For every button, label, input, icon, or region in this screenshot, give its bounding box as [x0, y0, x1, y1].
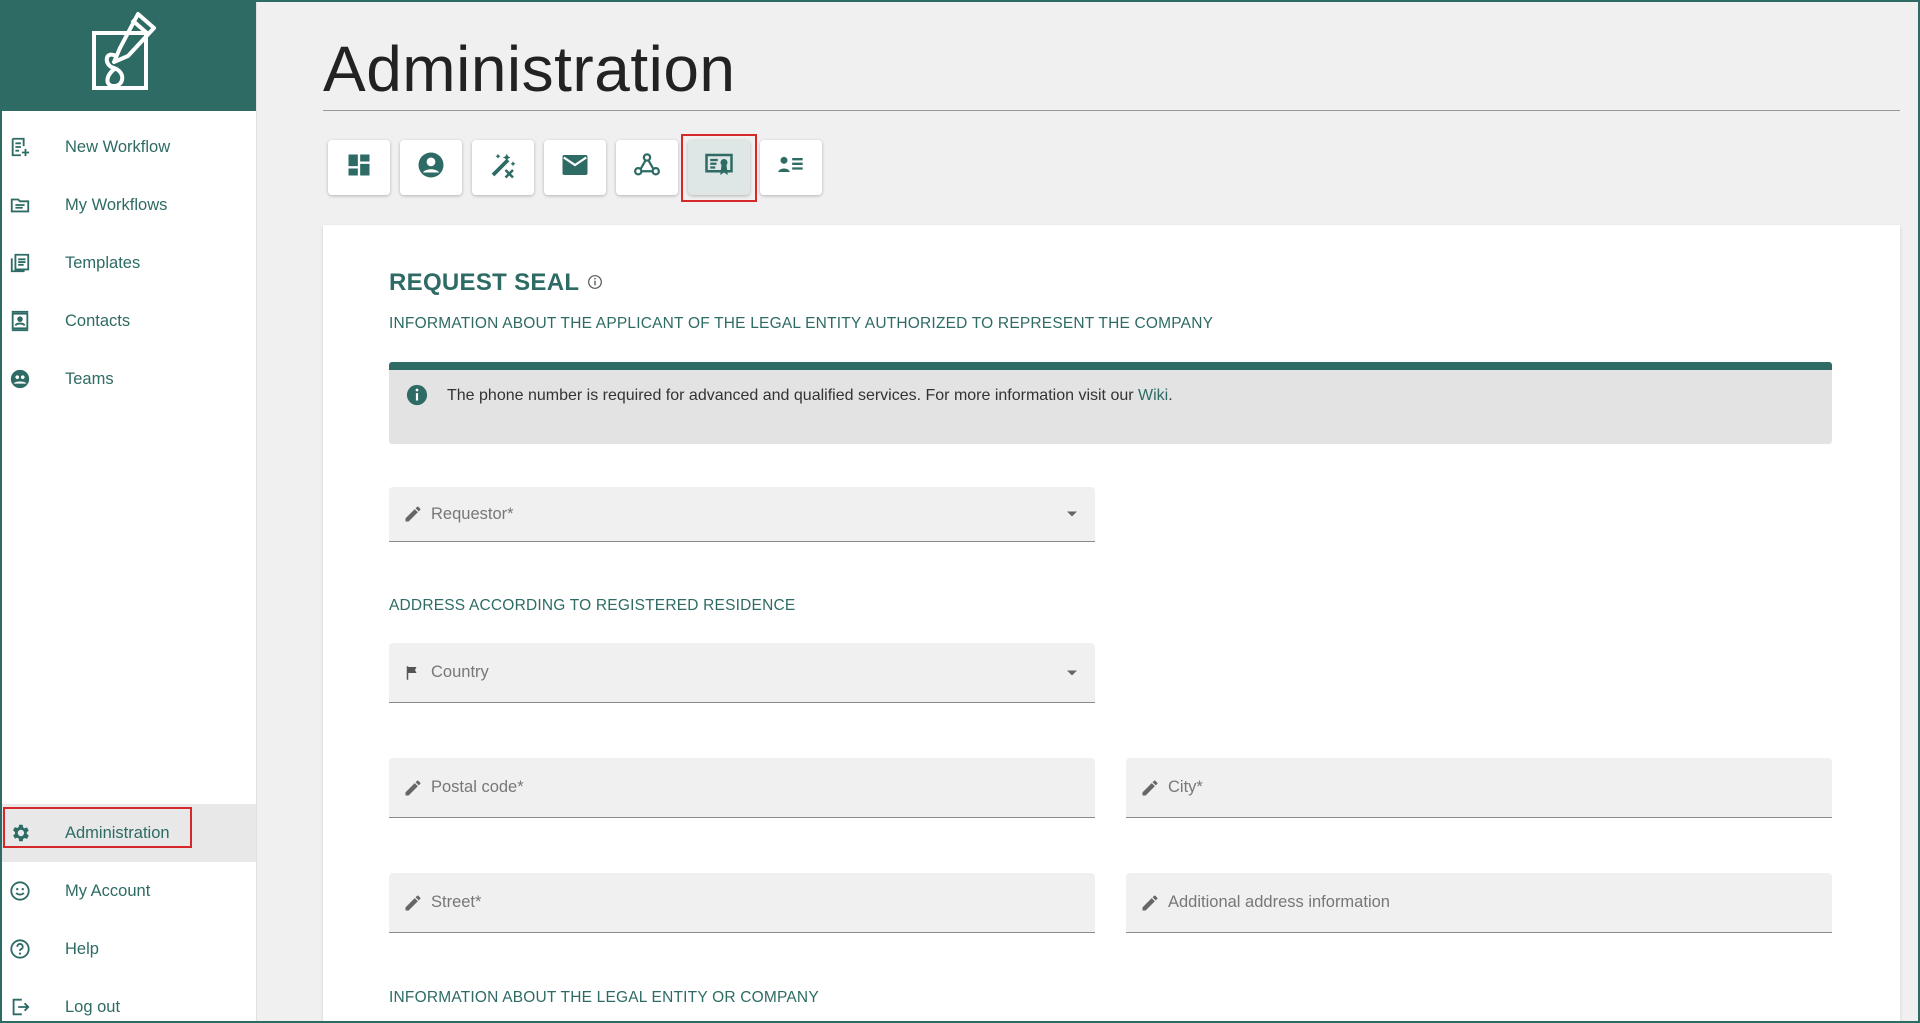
sidebar-item-label: Contacts [65, 311, 131, 330]
dropdown-arrow-icon [1067, 670, 1077, 675]
smiley-icon [8, 879, 32, 903]
app-logo[interactable] [0, 0, 256, 111]
sidebar-item-label: Help [65, 939, 99, 958]
sidebar-item-label: My Account [65, 881, 151, 900]
teams-icon [8, 367, 32, 391]
section-title-text: REQUEST SEAL [389, 269, 580, 296]
sidebar-item-log-out[interactable]: Log out [0, 978, 256, 1023]
page-title: Administration [323, 33, 736, 105]
sidebar-item-teams[interactable]: Teams [0, 350, 256, 408]
new-workflow-icon [8, 135, 32, 159]
requestor-placeholder: Requestor* [431, 504, 514, 523]
sidebar: New Workflow My Workflows Templates Cont… [0, 0, 257, 1023]
admin-toolbar [328, 134, 822, 202]
contact-list-button[interactable] [760, 140, 822, 195]
sidebar-item-label: My Workflows [65, 195, 168, 214]
webhook-button[interactable] [616, 140, 678, 195]
sidebar-item-new-workflow[interactable]: New Workflow [0, 118, 256, 176]
sidebar-item-templates[interactable]: Templates [0, 234, 256, 292]
additional-address-field[interactable]: Additional address information [1126, 873, 1832, 933]
dashboard-icon [345, 151, 373, 184]
magic-wand-button[interactable] [472, 140, 534, 195]
contact-list-icon [775, 151, 807, 184]
sidebar-item-label: Log out [65, 997, 121, 1016]
pencil-icon [403, 778, 423, 798]
section-title: REQUEST SEAL [389, 269, 603, 297]
country-placeholder: Country [431, 663, 489, 681]
magic-wand-icon [488, 150, 518, 185]
postal-code-placeholder: Postal code* [431, 778, 524, 796]
info-suffix: . [1168, 387, 1173, 404]
highlight-box [3, 807, 192, 848]
sidebar-item-label: New Workflow [65, 137, 171, 156]
wiki-link[interactable]: Wiki [1138, 387, 1168, 404]
street-placeholder: Street* [431, 893, 482, 911]
city-placeholder: City* [1168, 778, 1203, 796]
info-message: The phone number is required for advance… [447, 387, 1139, 404]
help-icon [8, 937, 32, 961]
sidebar-bottom-nav: Administration My Account Help Log out [0, 804, 256, 1023]
my-workflows-icon [8, 193, 32, 217]
sidebar-item-label: Templates [65, 253, 141, 272]
info-alert: The phone number is required for advance… [389, 362, 1832, 444]
postal-code-field[interactable]: Postal code* [389, 758, 1095, 818]
additional-address-placeholder: Additional address information [1168, 893, 1390, 911]
entity-heading: INFORMATION ABOUT THE LEGAL ENTITY OR CO… [389, 989, 819, 1006]
mail-icon [559, 150, 591, 185]
logout-icon [8, 995, 32, 1019]
signature-logo-icon [92, 11, 156, 90]
pencil-icon [1140, 778, 1160, 798]
templates-icon [8, 251, 32, 275]
address-heading: ADDRESS ACCORDING TO REGISTERED RESIDENC… [389, 597, 796, 614]
sidebar-top-nav: New Workflow My Workflows Templates Cont… [0, 118, 256, 408]
request-seal-button[interactable] [681, 134, 757, 202]
country-select[interactable]: Country [389, 643, 1095, 703]
account-button[interactable] [400, 140, 462, 195]
sidebar-item-contacts[interactable]: Contacts [0, 292, 256, 350]
info-outline-icon[interactable] [587, 269, 603, 297]
sidebar-item-administration[interactable]: Administration [0, 804, 256, 862]
sidebar-item-my-workflows[interactable]: My Workflows [0, 176, 256, 234]
city-field[interactable]: City* [1126, 758, 1832, 818]
contacts-icon [8, 309, 32, 333]
street-field[interactable]: Street* [389, 873, 1095, 933]
webhook-icon [632, 150, 662, 185]
email-button[interactable] [544, 140, 606, 195]
flag-icon [403, 663, 423, 683]
info-text: The phone number is required for advance… [447, 387, 1173, 405]
account-circle-icon [416, 150, 446, 185]
pencil-icon [403, 504, 423, 524]
seal-certificate-icon [703, 150, 735, 185]
sidebar-item-my-account[interactable]: My Account [0, 862, 256, 920]
info-icon [406, 384, 428, 411]
requestor-select[interactable]: Requestor* [389, 487, 1095, 542]
dropdown-arrow-icon [1067, 511, 1077, 517]
dashboard-button[interactable] [328, 140, 390, 195]
request-seal-card: REQUEST SEAL INFORMATION ABOUT THE APPLI… [323, 225, 1900, 1023]
main-content: Administration REQUEST SEAL INFORMATION … [257, 0, 1920, 1023]
title-divider [323, 110, 1900, 111]
sidebar-item-help[interactable]: Help [0, 920, 256, 978]
pencil-icon [403, 893, 423, 913]
sidebar-item-label: Teams [65, 369, 114, 388]
pencil-icon [1140, 893, 1160, 913]
applicant-heading: INFORMATION ABOUT THE APPLICANT OF THE L… [389, 315, 1214, 332]
